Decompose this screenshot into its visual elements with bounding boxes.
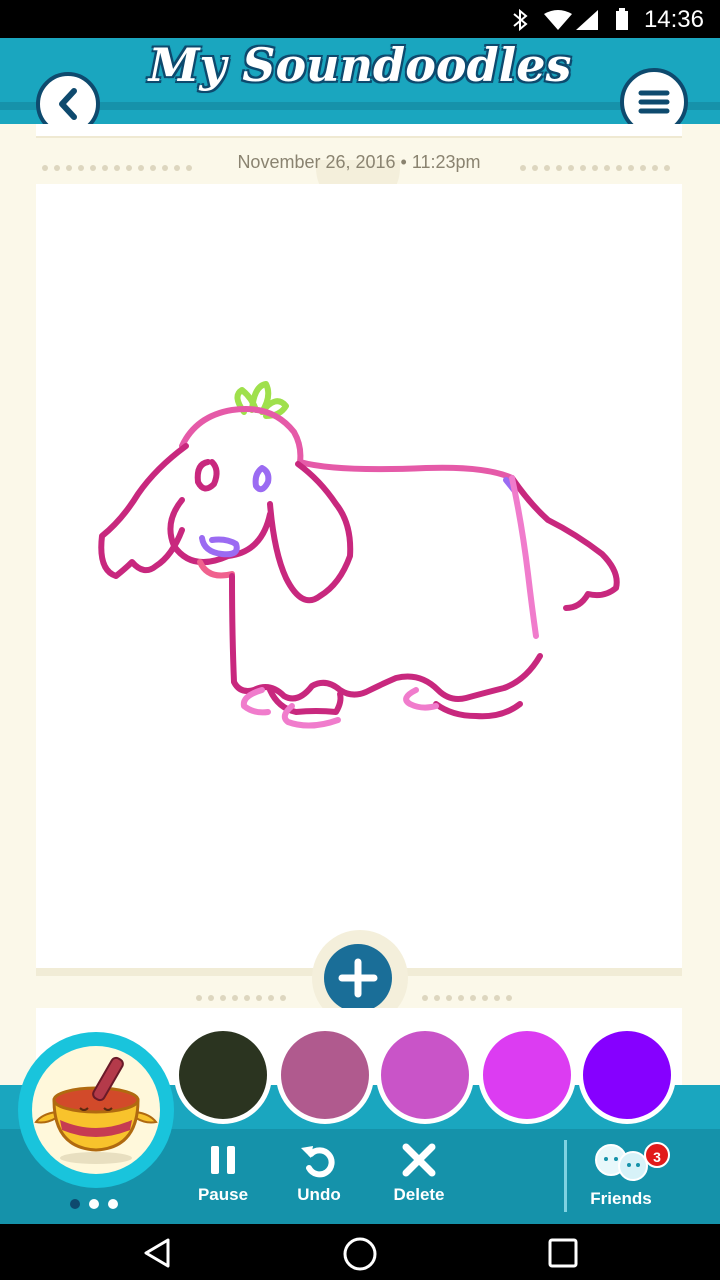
plus-icon — [338, 958, 378, 998]
delete-icon — [402, 1143, 436, 1177]
dots-right — [520, 158, 676, 171]
doodle-drawing — [98, 381, 620, 729]
pause-button[interactable]: Pause — [178, 1142, 268, 1205]
entry-date-bar: November 26, 2016 • 11:23pm — [36, 140, 682, 184]
singing-bowl-icon — [34, 1056, 158, 1164]
undo-icon — [301, 1146, 335, 1178]
color-swatch-4[interactable] — [478, 1026, 576, 1124]
system-nav-bar — [0, 1224, 720, 1280]
menu-icon — [638, 90, 670, 114]
delete-label: Delete — [393, 1185, 445, 1204]
doodle-head — [179, 406, 515, 481]
nav-back-icon[interactable] — [140, 1236, 174, 1270]
page-title: My Soundoodles — [148, 38, 572, 92]
back-icon — [59, 88, 77, 120]
bluetooth-icon — [513, 8, 528, 32]
color-swatch-2[interactable] — [276, 1026, 374, 1124]
pause-icon — [211, 1146, 235, 1174]
pager-dot-active — [70, 1199, 80, 1209]
status-icons — [513, 8, 628, 32]
clock: 14:36 — [643, 6, 704, 33]
signal-icon — [576, 10, 598, 30]
drawing-canvas[interactable] — [36, 184, 682, 968]
dots-bottom-right — [422, 988, 518, 1001]
doodle-body — [229, 475, 620, 720]
toolbar-divider — [564, 1140, 567, 1212]
friends-notification-badge: 3 — [644, 1142, 670, 1168]
battery-icon — [616, 8, 628, 30]
pause-label: Pause — [197, 1185, 249, 1204]
nav-recents-icon[interactable] — [546, 1236, 580, 1270]
instrument-pager[interactable] — [70, 1196, 140, 1210]
header-stripe — [0, 102, 720, 110]
color-swatch-1[interactable] — [174, 1026, 272, 1124]
delete-button[interactable]: Delete — [374, 1142, 464, 1205]
friends-icon — [595, 1144, 648, 1181]
wifi-icon — [544, 10, 572, 30]
color-swatch-5[interactable] — [578, 1026, 676, 1124]
previous-entry-edge — [36, 124, 682, 138]
nav-home-icon[interactable] — [342, 1236, 378, 1272]
color-swatch-3[interactable] — [376, 1026, 474, 1124]
friends-label: Friends — [590, 1189, 652, 1208]
instrument-avatar[interactable] — [32, 1046, 160, 1174]
add-entry-button[interactable] — [324, 944, 392, 1012]
doodle-eye-nose — [199, 465, 517, 558]
pager-dot — [89, 1199, 99, 1209]
undo-label: Undo — [297, 1185, 341, 1204]
undo-button[interactable]: Undo — [274, 1142, 364, 1205]
status-bar: 14:36 — [0, 0, 720, 38]
dots-bottom-left — [196, 988, 292, 1001]
pager-dot — [108, 1199, 118, 1209]
